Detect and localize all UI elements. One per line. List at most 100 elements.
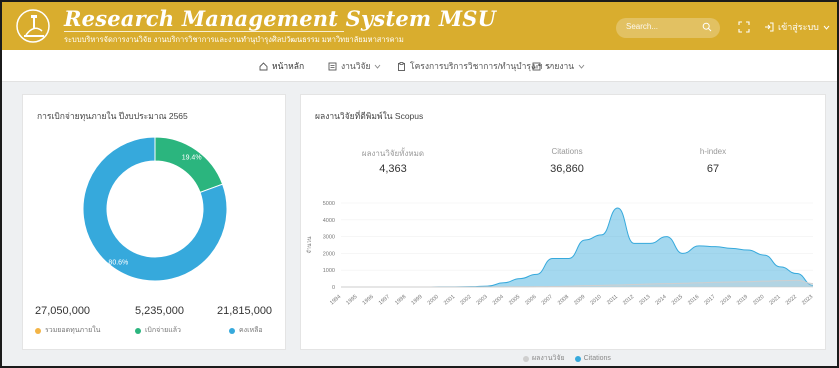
app-window: Research Management System MSU ระบบบริหา…	[0, 0, 839, 368]
metric-publications-value: 4,363	[379, 163, 407, 175]
login-icon	[765, 22, 774, 32]
chart-legend: ผลงานวิจัย Citations	[523, 353, 611, 364]
search-box[interactable]: Search...	[616, 18, 720, 38]
stat-remaining-text: คงเหลือ	[239, 327, 263, 334]
microscope-logo-icon	[16, 9, 50, 43]
y-tick-label: 0	[332, 285, 335, 291]
metric-hindex-label: h-index	[699, 147, 727, 156]
x-tick-label: 2023	[801, 294, 814, 306]
x-tick-label: 2021	[768, 294, 781, 306]
x-tick-label: 2022	[785, 294, 798, 306]
login-button[interactable]: เข้าสู่ระบบ	[764, 20, 830, 34]
x-tick-label: 2009	[573, 294, 586, 306]
legend-citations-label: Citations	[583, 355, 611, 362]
stat-total-value: 27,050,000	[35, 305, 91, 317]
y-axis-label: จำนวน	[306, 236, 313, 253]
legend-dot-publications	[523, 355, 529, 362]
x-tick-label: 2007	[541, 294, 554, 306]
budget-card: การเบิกจ่ายทุนภายใน ปีงบประมาณ 2565 19.4…	[22, 94, 286, 350]
x-tick-label: 2005	[508, 294, 521, 306]
donut-slice-label: 80.6%	[108, 259, 128, 266]
stat-paid-value: 5,235,000	[135, 305, 184, 317]
stat-remaining-label: คงเหลือ	[229, 325, 263, 336]
x-tick-label: 2001	[443, 294, 456, 306]
list-icon	[328, 62, 337, 70]
stat-paid-text: เบิกจ่ายแล้ว	[145, 327, 181, 334]
legend-dot-remaining	[229, 327, 235, 334]
x-tick-label: 2006	[524, 294, 537, 306]
chevron-down-icon	[823, 25, 830, 30]
x-tick-label: 2002	[459, 294, 472, 306]
search-icon[interactable]	[702, 22, 712, 32]
nav-item-services[interactable]: โครงการบริการวิชาการ/ทำนุบำรุง ฯ	[397, 59, 553, 73]
x-tick-label: 2010	[589, 294, 602, 306]
legend-citations[interactable]: Citations	[574, 353, 611, 364]
legend-publications-label: ผลงานวิจัย	[532, 355, 565, 362]
nav-item-reports[interactable]: รายงาน	[532, 59, 585, 73]
x-tick-label: 2003	[476, 294, 489, 306]
y-tick-label: 4000	[323, 218, 335, 224]
x-tick-label: 1999	[410, 294, 423, 306]
x-tick-label: 2012	[622, 294, 635, 306]
x-tick-label: 1998	[394, 294, 407, 306]
x-tick-label: 2004	[492, 294, 505, 306]
x-tick-label: 2014	[655, 294, 668, 306]
stat-total-label: รวมยอดทุนภายใน	[35, 325, 100, 336]
legend-publications[interactable]: ผลงานวิจัย	[523, 353, 565, 364]
y-tick-label: 3000	[323, 235, 335, 241]
stat-remaining-value: 21,815,000	[217, 305, 273, 317]
metric-publications-label: ผลงานวิจัยทั้งหมด	[361, 149, 425, 158]
legend-dot-total	[35, 327, 41, 334]
metric-citations-label: Citations	[551, 147, 583, 156]
scopus-title: ผลงานวิจัยที่ตีพิมพ์ใน Scopus	[315, 111, 424, 121]
x-tick-label: 2013	[638, 294, 651, 306]
donut-chart: 19.4% 80.6%	[82, 136, 228, 282]
stat-paid-label: เบิกจ่ายแล้ว	[135, 325, 181, 336]
y-tick-label: 5000	[323, 201, 335, 207]
app-title: Research Management System MSU	[64, 6, 497, 31]
app-subtitle: ระบบบริหารจัดการงานวิจัย งานบริการวิชากา…	[64, 35, 404, 44]
donut-slice	[154, 136, 224, 194]
nav-item-home[interactable]: หน้าหลัก	[259, 59, 304, 73]
search-input[interactable]: Search...	[626, 22, 658, 31]
chevron-down-icon	[578, 64, 585, 69]
nav-item-research[interactable]: งานวิจัย	[328, 59, 381, 73]
x-tick-label: 2020	[752, 294, 765, 306]
scopus-area-chart: 010002000300040005000จำนวน1994 1995 1996 19…	[306, 201, 814, 306]
x-tick-label: 2015	[671, 294, 684, 306]
y-tick-label: 2000	[323, 251, 335, 257]
x-tick-label: 1994	[329, 294, 342, 306]
metric-hindex-value: 67	[706, 163, 720, 175]
x-tick-label: 2011	[606, 294, 619, 306]
x-tick-label: 2008	[557, 294, 570, 306]
metric-citations-value: 36,860	[550, 163, 584, 175]
x-tick-label: 2019	[736, 294, 749, 306]
nav-label-research: งานวิจัย	[341, 61, 371, 71]
legend-dot-citations	[574, 355, 581, 362]
donut-slice-label: 19.4%	[182, 155, 202, 162]
x-tick-label: 2018	[720, 294, 733, 306]
x-tick-label: 1997	[378, 294, 391, 306]
clipboard-icon	[398, 61, 405, 71]
x-tick-label: 1995	[345, 294, 358, 306]
y-tick-label: 1000	[323, 268, 335, 274]
chevron-down-icon	[375, 64, 381, 69]
report-icon	[532, 62, 541, 70]
legend-dot-paid	[135, 327, 141, 334]
home-icon	[259, 61, 268, 70]
scopus-card: ผลงานวิจัยที่ตีพิมพ์ใน Scopus ผลงานวิจัย…	[300, 94, 826, 362]
title-underline	[64, 31, 344, 32]
budget-title: การเบิกจ่ายทุนภายใน ปีงบประมาณ 2565	[37, 111, 188, 121]
nav-label-services: โครงการบริการวิชาการ/ทำนุบำรุง ฯ	[410, 61, 543, 71]
x-tick-label: 2000	[427, 294, 440, 306]
x-tick-label: 2017	[703, 294, 716, 306]
nav-label-reports: รายงาน	[545, 61, 575, 71]
fullscreen-icon[interactable]	[738, 21, 750, 33]
nav-label-home: หน้าหลัก	[272, 61, 305, 71]
stat-total-text: รวมยอดทุนภายใน	[45, 327, 101, 334]
login-label: เข้าสู่ระบบ	[778, 22, 819, 32]
x-tick-label: 1996	[362, 294, 375, 306]
main-nav: หน้าหลัก งานวิจัย โครงการบริการวิชาการ/ท…	[2, 50, 837, 82]
x-tick-label: 2016	[687, 294, 700, 306]
top-header: Research Management System MSU ระบบบริหา…	[2, 2, 837, 50]
